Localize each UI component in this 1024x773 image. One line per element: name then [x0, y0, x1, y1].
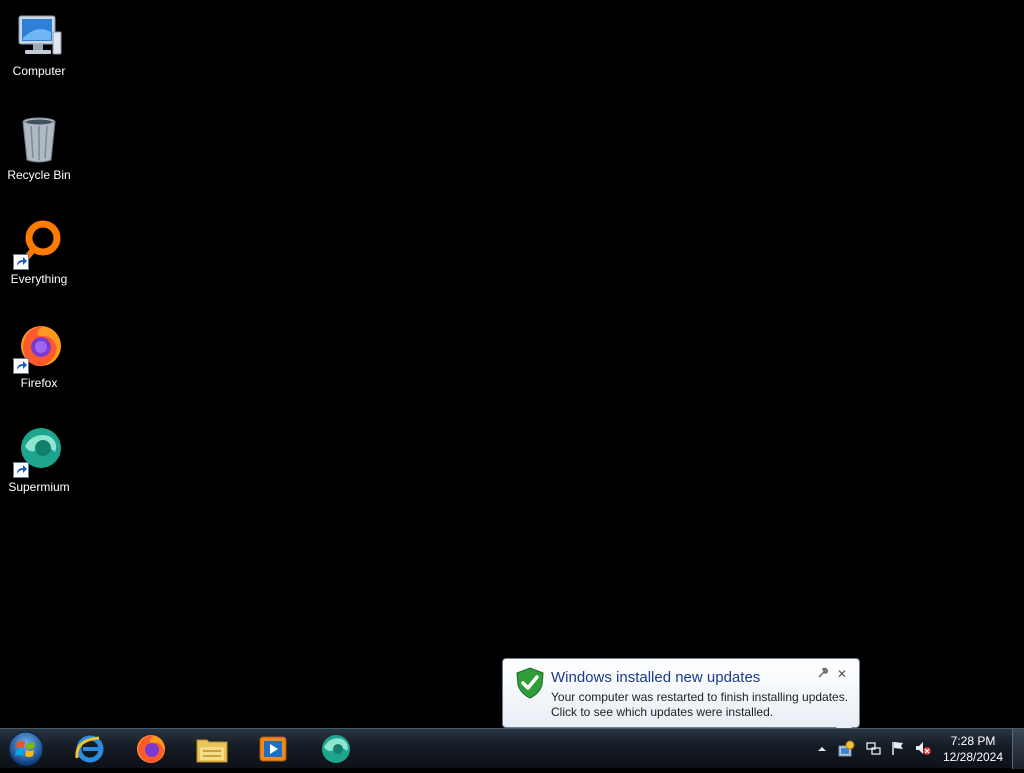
supermium-icon: [13, 426, 65, 478]
shortcut-arrow-icon: [13, 254, 29, 270]
start-button[interactable]: [6, 730, 46, 768]
desktop-icon-recycle-bin[interactable]: Recycle Bin: [2, 108, 76, 194]
show-desktop-button[interactable]: [1012, 729, 1024, 769]
taskbar-firefox[interactable]: [122, 731, 180, 767]
notification-line: Your computer was restarted to finish in…: [551, 690, 849, 704]
notification-line: Click to see which updates were installe…: [551, 705, 774, 719]
network-icon[interactable]: [866, 740, 882, 756]
clock-time: 7:28 PM: [950, 734, 996, 748]
folder-icon: [196, 739, 228, 763]
firefox-icon: [137, 735, 165, 763]
update-notification-balloon[interactable]: Windows installed new updates Your compu…: [502, 658, 860, 728]
taskbar: 7:28 PM 12/28/2024: [0, 728, 1024, 769]
desktop-icon-label: Firefox: [20, 376, 58, 390]
desktop-icon-label: Computer: [12, 64, 66, 78]
shortcut-arrow-icon: [13, 462, 29, 478]
desktop-icon-computer[interactable]: Computer: [2, 4, 76, 90]
desktop-icon-everything[interactable]: Everything: [2, 212, 76, 298]
action-center-flag-icon[interactable]: [890, 740, 906, 756]
internet-explorer-icon: [75, 735, 104, 763]
desktop-icon-label: Recycle Bin: [7, 168, 71, 182]
taskbar-file-explorer[interactable]: [183, 731, 241, 767]
computer-icon: [13, 10, 65, 62]
desktop[interactable]: Computer Recycle Bin Everything Firefox …: [0, 0, 1024, 728]
taskbar-supermium[interactable]: [307, 731, 365, 767]
notification-options-icon[interactable]: [816, 667, 830, 681]
desktop-icon-label: Supermium: [8, 480, 70, 494]
show-hidden-icons-arrow[interactable]: [814, 741, 830, 757]
security-shield-icon: [515, 667, 545, 699]
notification-close-button[interactable]: ✕: [835, 667, 849, 681]
desktop-icon-firefox[interactable]: Firefox: [2, 316, 76, 402]
taskbar-clock[interactable]: 7:28 PM 12/28/2024: [927, 733, 1019, 765]
windows-update-icon[interactable]: [837, 740, 855, 757]
shortcut-arrow-icon: [13, 358, 29, 374]
everything-icon: [13, 218, 65, 270]
taskbar-internet-explorer[interactable]: [61, 731, 119, 767]
notification-title: Windows installed new updates: [551, 669, 761, 686]
notification-body: Your computer was restarted to finish in…: [551, 690, 848, 720]
windows-orb-icon: [8, 731, 44, 767]
clock-date: 12/28/2024: [942, 750, 1004, 764]
desktop-icon-label: Everything: [10, 272, 68, 286]
recycle-bin-icon: [13, 114, 65, 166]
supermium-icon: [322, 735, 350, 763]
firefox-icon: [13, 322, 65, 374]
desktop-icon-supermium[interactable]: Supermium: [2, 420, 76, 506]
media-player-icon: [259, 736, 287, 762]
taskbar-media-player[interactable]: [244, 731, 302, 767]
